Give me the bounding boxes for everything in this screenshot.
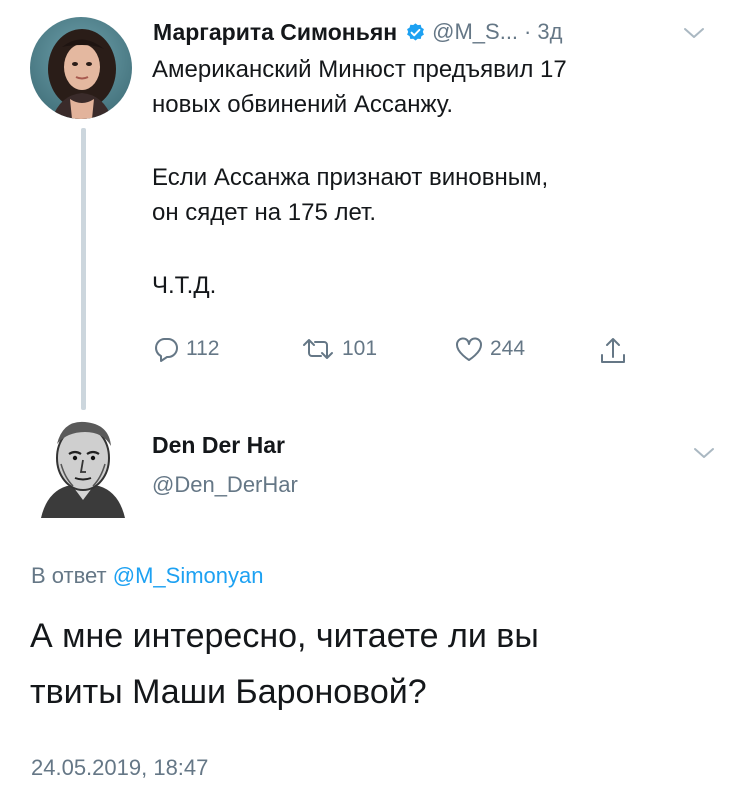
- verified-badge-icon: [407, 22, 425, 40]
- chevron-down-icon[interactable]: [682, 26, 706, 40]
- author-handle[interactable]: @M_S...: [432, 19, 518, 45]
- reply-mention-link[interactable]: @M_Simonyan: [113, 563, 264, 588]
- tweet1-body: Американский Минюст предъявил 17 новых о…: [152, 52, 712, 303]
- tweet-text-line: твиты Маши Бароновой?: [30, 673, 427, 711]
- share-button[interactable]: [598, 335, 628, 367]
- tweet-text-paragraph: Американский Минюст предъявил 17 новых о…: [152, 56, 567, 118]
- thread-connector-line: [81, 128, 86, 410]
- author-name[interactable]: Den Der Har: [152, 432, 285, 459]
- replying-to-line: В ответ @M_Simonyan: [31, 563, 264, 589]
- tweet-text-paragraph: Ч.Т.Д.: [152, 272, 217, 299]
- tweet1-header: Маргарита Симоньян @M_S... · 3д: [153, 14, 719, 50]
- chevron-down-icon[interactable]: [692, 446, 716, 460]
- reply-prefix: В ответ: [31, 563, 107, 588]
- tweet-timestamp[interactable]: 24.05.2019, 18:47: [31, 755, 208, 781]
- tweet2-body: А мне интересно, читаете ли вы твиты Маш…: [30, 608, 710, 720]
- tweet-text-line: А мне интересно, читаете ли вы: [30, 617, 539, 655]
- author-handle[interactable]: @Den_DerHar: [152, 472, 298, 498]
- tweet1-action-bar: 112 101 244: [152, 335, 652, 375]
- like-button[interactable]: 244: [454, 335, 525, 363]
- retweet-count: 101: [342, 337, 378, 360]
- reply-count: 112: [186, 337, 220, 360]
- separator-dot: ·: [524, 19, 532, 44]
- like-icon: [456, 337, 482, 361]
- retweet-button[interactable]: 101: [300, 335, 377, 363]
- tweet-text-paragraph: Если Ассанжа признают виновным, он сядет…: [152, 164, 549, 226]
- avatar-margarita[interactable]: [30, 17, 132, 119]
- avatar-den-der-har[interactable]: [33, 414, 132, 518]
- share-icon: [601, 338, 625, 363]
- like-count: 244: [490, 337, 526, 360]
- reply-button[interactable]: 112: [152, 335, 219, 363]
- tweet-time[interactable]: 3д: [537, 19, 562, 45]
- author-name[interactable]: Маргарита Симоньян: [153, 19, 397, 46]
- reply-icon: [155, 338, 178, 362]
- retweet-icon: [303, 339, 333, 359]
